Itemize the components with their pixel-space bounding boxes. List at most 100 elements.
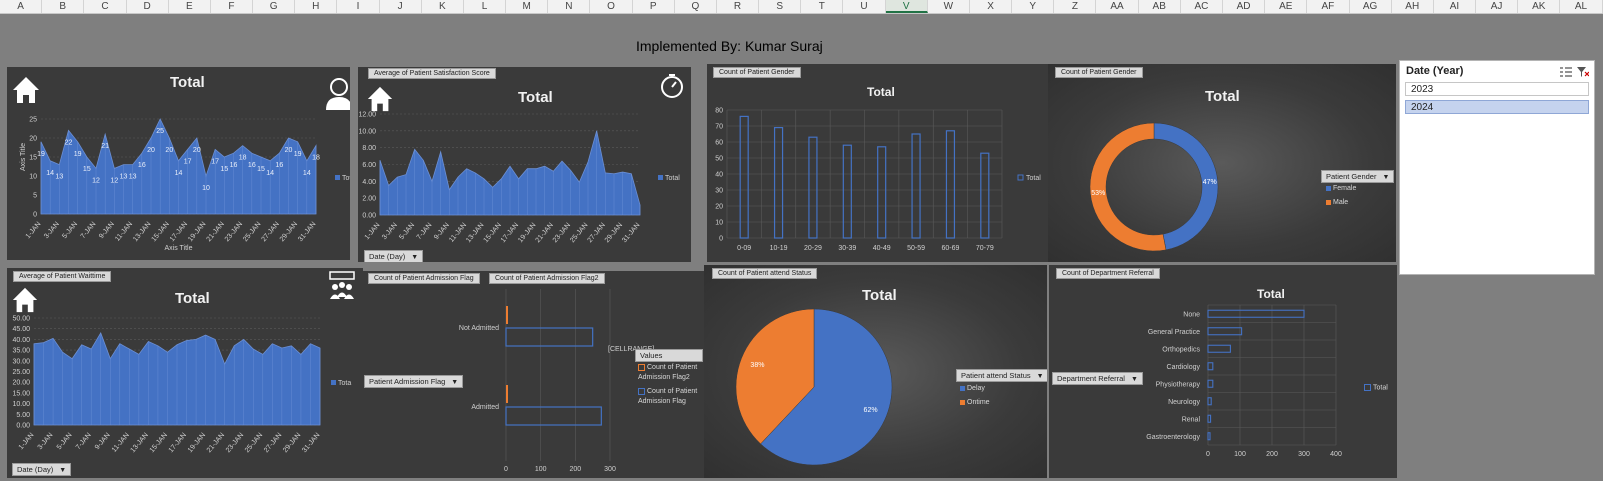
column-header-C[interactable]: C xyxy=(84,0,127,13)
y-tick-label: 0.00 xyxy=(362,213,376,220)
gender-donut-chart[interactable]: Count of Patient Gender Total 47% 53% Pat… xyxy=(1048,64,1396,262)
column-header-S[interactable]: S xyxy=(759,0,802,13)
bar xyxy=(506,306,508,324)
attend-status-filter[interactable]: Patient attend Status ▼ xyxy=(956,369,1047,382)
column-header-X[interactable]: X xyxy=(970,0,1013,13)
column-header-R[interactable]: R xyxy=(717,0,760,13)
data-label: 21 xyxy=(101,143,109,150)
y-tick-label: 30 xyxy=(715,188,723,195)
column-header-AH[interactable]: AH xyxy=(1392,0,1434,13)
legend-delay: Delay xyxy=(960,385,985,392)
column-header-G[interactable]: G xyxy=(253,0,296,13)
column-header-AE[interactable]: AE xyxy=(1265,0,1308,13)
attend-status-chart[interactable]: Count of Patient attend Status Total 62%… xyxy=(704,265,1047,478)
y-axis-title: Axis Title xyxy=(20,143,27,171)
slicer-item-2024[interactable]: 2024 xyxy=(1405,100,1589,114)
column-header-Y[interactable]: Y xyxy=(1012,0,1055,13)
column-header-AA[interactable]: AA xyxy=(1096,0,1139,13)
column-header-O[interactable]: O xyxy=(590,0,633,13)
data-label: 13 xyxy=(129,174,137,181)
data-label: 15 xyxy=(257,166,265,173)
x-tick-label: 0 xyxy=(1206,451,1210,458)
column-header-T[interactable]: T xyxy=(801,0,844,13)
column-header-F[interactable]: F xyxy=(211,0,254,13)
patient-gender-filter[interactable]: Patient Gender ▼ xyxy=(1321,170,1395,183)
y-tick-label: General Practice xyxy=(1148,329,1200,336)
column-header-M[interactable]: M xyxy=(506,0,549,13)
admission-chart[interactable]: Count of Patient Admission Flag Count of… xyxy=(358,271,705,478)
x-tick-label: 100 xyxy=(1234,451,1246,458)
column-header-J[interactable]: J xyxy=(380,0,422,13)
x-tick-label: 1-JAN xyxy=(18,432,36,451)
column-header-W[interactable]: W xyxy=(928,0,970,13)
date-day-filter[interactable]: Date (Day) ▼ xyxy=(12,463,72,476)
slice-female xyxy=(1153,122,1219,251)
daily-count-chart[interactable]: Total 0 5 10 15 20 25 19 14 13 22 19 15 12 21 12 13 13 16… xyxy=(7,67,350,260)
legend-label: Tot xyxy=(342,175,350,182)
column-header-AF[interactable]: AF xyxy=(1307,0,1350,13)
column-header-AD[interactable]: AD xyxy=(1223,0,1266,13)
column-header-D[interactable]: D xyxy=(127,0,169,13)
data-label: 18 xyxy=(312,155,320,162)
column-header-AL[interactable]: AL xyxy=(1560,0,1603,13)
data-label: 17 xyxy=(184,158,192,165)
year-slicer[interactable]: Date (Year) 2023 2024 xyxy=(1399,60,1595,275)
column-header-L[interactable]: L xyxy=(464,0,507,13)
bar xyxy=(1207,397,1212,406)
data-label: 19 xyxy=(74,151,82,158)
age-group-chart[interactable]: Count of Patient Gender Total 0 10 20 30 40 5… xyxy=(707,64,1048,262)
y-tick-label: 10.00 xyxy=(12,401,30,408)
column-header-B[interactable]: B xyxy=(42,0,85,13)
column-header-AG[interactable]: AG xyxy=(1350,0,1392,13)
admission-flag-filter[interactable]: Patient Admission Flag ▼ xyxy=(364,375,464,388)
data-label: 13 xyxy=(120,174,128,181)
y-tick-label: 6.00 xyxy=(362,162,376,169)
column-header-Q[interactable]: Q xyxy=(675,0,717,13)
x-tick-label: 27-JAN xyxy=(263,432,283,454)
data-label: 14 xyxy=(46,170,54,177)
legend-flag: Count of Patient Admission Flag xyxy=(638,387,698,405)
legend-ontime: Ontime xyxy=(960,399,990,406)
y-tick-label: 2.00 xyxy=(362,196,376,203)
y-tick-label: 4.00 xyxy=(362,179,376,186)
x-tick-label: 5-JAN xyxy=(398,222,416,241)
date-day-filter[interactable]: Date (Day) ▼ xyxy=(364,250,424,262)
column-header-AI[interactable]: AI xyxy=(1434,0,1477,13)
legend-flag2: Count of Patient Admission Flag2 xyxy=(638,363,698,381)
column-header-AK[interactable]: AK xyxy=(1518,0,1561,13)
column-header-E[interactable]: E xyxy=(169,0,211,13)
x-tick-label: 9-JAN xyxy=(98,221,116,240)
column-header-H[interactable]: H xyxy=(295,0,338,13)
department-referral-filter[interactable]: Department Referral ▼ xyxy=(1052,372,1143,385)
column-header-AB[interactable]: AB xyxy=(1139,0,1181,13)
department-referral-chart[interactable]: Count of Department Referral Total 0 100 2… xyxy=(1049,265,1397,478)
column-header-AC[interactable]: AC xyxy=(1181,0,1223,13)
column-header-A[interactable]: A xyxy=(0,0,43,13)
y-tick-label: 40.00 xyxy=(12,337,30,344)
chevron-down-icon: ▼ xyxy=(1036,373,1044,380)
slicer-item-2023[interactable]: 2023 xyxy=(1405,82,1589,96)
data-label: 20 xyxy=(165,147,173,154)
y-tick-label: 8.00 xyxy=(362,145,376,152)
bar xyxy=(877,146,887,239)
column-header-Z[interactable]: Z xyxy=(1054,0,1097,13)
satisfaction-chart[interactable]: Average of Patient Satisfaction Score To… xyxy=(358,67,691,262)
column-header-U[interactable]: U xyxy=(843,0,886,13)
values-field[interactable]: Values xyxy=(635,349,703,362)
bar xyxy=(1207,432,1211,441)
area-chart-plot: 051015202519141322191512211213 1316202520… xyxy=(20,117,350,253)
column-header-N[interactable]: N xyxy=(548,0,591,13)
data-label: 47% xyxy=(1203,179,1217,186)
multi-select-icon[interactable] xyxy=(1560,67,1572,77)
column-header-I[interactable]: I xyxy=(337,0,380,13)
bar xyxy=(1207,414,1212,423)
column-header-V[interactable]: V xyxy=(885,0,928,13)
column-header-AJ[interactable]: AJ xyxy=(1476,0,1519,13)
waittime-chart[interactable]: Average of Patient Waittime Total 0.00 5.… xyxy=(7,268,363,478)
x-axis-title: Axis Title xyxy=(164,245,192,252)
clear-filter-icon[interactable] xyxy=(1577,67,1589,77)
column-header-P[interactable]: P xyxy=(633,0,675,13)
y-tick-label: 25 xyxy=(29,117,37,124)
column-header-K[interactable]: K xyxy=(422,0,464,13)
x-tick-label: 30-39 xyxy=(838,245,856,252)
